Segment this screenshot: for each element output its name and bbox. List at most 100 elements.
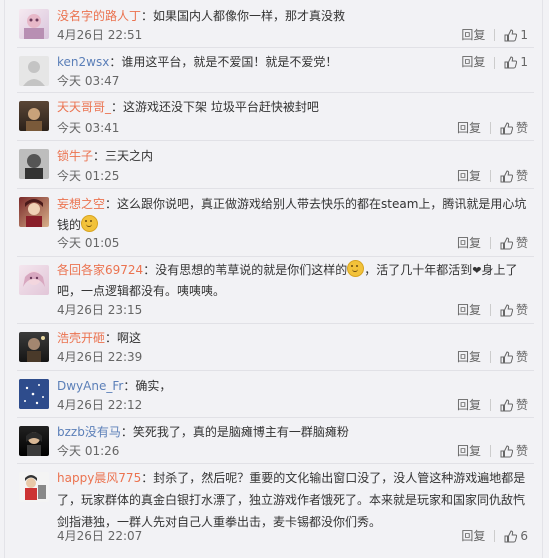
avatar[interactable] <box>19 101 49 131</box>
divider <box>489 304 491 316</box>
avatar[interactable] <box>19 197 49 227</box>
divider <box>494 29 496 41</box>
thumbs-up-icon <box>500 303 513 316</box>
comment-item: bzzb没有马：笑死我了，真的是脑瘫博主有一群脑瘫粉 今天 01:26 回复 赞 <box>5 418 542 464</box>
comment-text: ：如果国内人都像你一样，那才真没救 <box>141 9 346 23</box>
like-count: 赞 <box>515 350 528 364</box>
like-count: 1 <box>520 28 528 42</box>
thumbs-up-icon <box>500 398 513 411</box>
like-button[interactable]: 赞 <box>500 234 528 252</box>
comment-item: 各回各家69724：没有思想的苇草说的就是你们这样的 ，活了几十年都活到❤身上了吧… <box>5 257 542 324</box>
timestamp: 4月26日 22:39 <box>57 350 143 364</box>
reply-button[interactable]: 回复 <box>457 301 481 319</box>
comment-item: happy晨风775：封杀了，然后呢？重要的文化输出窗口没了，没人管这种游戏遍地… <box>5 464 542 558</box>
comment-item: 没名字的路人丁：如果国内人都像你一样，那才真没救 4月26日 22:51 回复 … <box>5 0 542 48</box>
reply-button[interactable]: 回复 <box>461 527 485 545</box>
comment-text: 钱的 <box>57 218 82 232</box>
divider <box>489 351 491 363</box>
username[interactable]: 各回各家69724 <box>57 263 143 277</box>
comment-text: ：确实， <box>123 379 172 393</box>
like-button[interactable]: 赞 <box>500 167 528 185</box>
like-button[interactable]: 赞 <box>500 301 528 319</box>
thumbs-up-icon <box>500 169 513 182</box>
thumbs-up-icon <box>504 28 518 41</box>
reply-button[interactable]: 回复 <box>457 119 481 137</box>
avatar[interactable] <box>19 9 49 39</box>
like-button[interactable]: 1 <box>504 26 528 44</box>
like-button[interactable]: 赞 <box>500 442 528 460</box>
reply-button[interactable]: 回复 <box>457 348 481 366</box>
like-count: 6 <box>520 529 528 543</box>
comment-text: ：这游戏还没下架 垃圾平台赶快被封吧 <box>111 100 319 114</box>
timestamp: 4月26日 22:12 <box>57 398 143 412</box>
reply-button[interactable]: 回复 <box>457 234 481 252</box>
like-count: 赞 <box>515 398 528 412</box>
timestamp: 今天 03:41 <box>57 121 120 135</box>
timestamp: 今天 03:47 <box>57 74 120 88</box>
timestamp: 4月26日 22:07 <box>57 529 143 543</box>
like-button[interactable]: 赞 <box>500 119 528 137</box>
username[interactable]: DwyAne_Fr <box>57 379 123 393</box>
comment-item: 浩壳开砸：啊这 4月26日 22:39 回复 赞 <box>5 324 542 371</box>
comment-text: ：谁用这平台，就是不爱国！就是不爱党！ <box>109 55 338 69</box>
comment-list: 没名字的路人丁：如果国内人都像你一样，那才真没救 4月26日 22:51 回复 … <box>4 0 543 558</box>
thumbs-up-icon <box>500 350 513 363</box>
avatar[interactable] <box>19 265 49 295</box>
username[interactable]: bzzb没有马 <box>57 425 121 439</box>
comment-text: ：三天之内 <box>93 149 154 163</box>
smile-emoji-icon <box>81 215 99 232</box>
thumbs-up-icon <box>504 529 518 542</box>
thumbs-up-icon <box>500 444 513 457</box>
timestamp: 今天 01:25 <box>57 169 120 183</box>
like-count: 赞 <box>515 121 528 135</box>
comment-text: 身上了 <box>481 263 518 277</box>
comment-text: ：没有思想的苇草说的就是你们这样的 <box>143 263 348 277</box>
avatar[interactable] <box>19 56 49 86</box>
like-count: 赞 <box>515 444 528 458</box>
like-button[interactable]: 6 <box>504 527 528 545</box>
comment-item: DwyAne_Fr：确实， 4月26日 22:12 回复 赞 <box>5 371 542 418</box>
comment-text: ：啊这 <box>105 331 142 345</box>
username[interactable]: 天天哥哥_ <box>57 100 111 114</box>
username[interactable]: 浩壳开砸 <box>57 331 105 345</box>
divider <box>489 237 491 249</box>
like-button[interactable]: 1 <box>504 52 528 73</box>
thumbs-up-icon <box>504 56 518 69</box>
reply-button[interactable]: 回复 <box>457 396 481 414</box>
username[interactable]: happy晨风775 <box>57 471 141 485</box>
avatar[interactable] <box>19 472 49 502</box>
divider <box>494 530 496 542</box>
divider <box>489 399 491 411</box>
divider <box>489 122 491 134</box>
username[interactable]: 没名字的路人丁 <box>57 9 141 23</box>
comment-text: ，活了几十年都活到 <box>364 263 473 277</box>
comment-item: 天天哥哥_：这游戏还没下架 垃圾平台赶快被封吧 今天 03:41 回复 赞 <box>5 93 542 141</box>
timestamp: 今天 01:26 <box>57 444 120 458</box>
comment-item: 妄想之空：这么跟你说吧，真正做游戏给别人带去快乐的都在steam上，腾讯就是用心… <box>5 189 542 257</box>
username[interactable]: 锁牛子 <box>57 149 93 163</box>
comment-item: ken2wsx：谁用这平台，就是不爱国！就是不爱党！ 今天 03:47 回复 1 <box>5 48 542 93</box>
reply-button[interactable]: 回复 <box>461 52 485 73</box>
thumbs-up-icon <box>500 236 513 249</box>
timestamp: 今天 01:05 <box>57 236 120 250</box>
avatar[interactable] <box>19 426 49 456</box>
avatar[interactable] <box>19 149 49 179</box>
avatar[interactable] <box>19 332 49 362</box>
reply-button[interactable]: 回复 <box>461 26 485 44</box>
comment-text: 吧，一点逻辑都没有。咦咦咦。 <box>57 284 226 298</box>
reply-button[interactable]: 回复 <box>457 167 481 185</box>
timestamp: 4月26日 22:51 <box>57 28 143 42</box>
smile-emoji-icon <box>347 260 365 277</box>
username[interactable]: 妄想之空 <box>57 197 105 211</box>
username[interactable]: ken2wsx <box>57 55 109 69</box>
avatar[interactable] <box>19 379 49 409</box>
like-button[interactable]: 赞 <box>500 348 528 366</box>
like-button[interactable]: 赞 <box>500 396 528 414</box>
like-count: 赞 <box>515 303 528 317</box>
like-count: 1 <box>520 55 528 69</box>
comment-text: ：这么跟你说吧，真正做游戏给别人带去快乐的都在steam上，腾讯就是用心坑 <box>105 197 527 211</box>
divider <box>489 445 491 457</box>
reply-button[interactable]: 回复 <box>457 442 481 460</box>
timestamp: 4月26日 23:15 <box>57 303 143 317</box>
like-count: 赞 <box>515 169 528 183</box>
